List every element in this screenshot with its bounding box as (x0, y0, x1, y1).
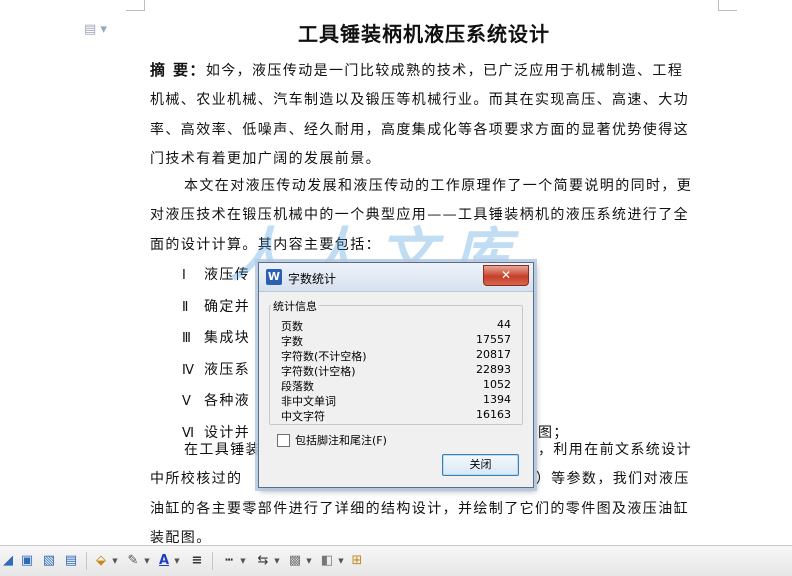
arrow-style-icon[interactable]: ⇆ (254, 552, 272, 570)
stat-row-chars-with-space: 字符数(计空格) 22893 (281, 363, 511, 378)
line-style-icon[interactable]: ≡ (188, 552, 206, 570)
page-corner-mark (718, 0, 737, 11)
picture-save-icon[interactable]: ▤ (62, 552, 80, 570)
body-paragraph: 本文在对液压传动发展和液压传动的工作原理作了一个简要说明的同时，更对液压技术在锻… (150, 178, 693, 253)
close-button[interactable]: 关闭 (442, 454, 519, 476)
3d-style-icon[interactable]: ◧ (318, 552, 336, 570)
list-item: Ⅴ 各种液 (182, 393, 251, 409)
app-icon: W (266, 269, 282, 285)
chevron-down-icon[interactable]: ▼ (172, 552, 182, 570)
list-item: Ⅰ 液压传 (182, 267, 251, 283)
include-footnotes-label[interactable]: 包括脚注和尾注(F) (295, 432, 387, 448)
font-color-icon[interactable]: A (156, 552, 172, 570)
stat-row-pages: 页数 44 (281, 318, 511, 333)
close-icon[interactable]: ✕ (483, 265, 529, 286)
chevron-down-icon[interactable]: ▼ (238, 552, 248, 570)
statistics-group-label: 统计信息 (271, 298, 319, 314)
drawing-toolbar: ◢ ▣ ▧ ▤ ⬙ ▼ ✎ ▼ A ▼ ≡ ┅ ▼ ⇆ ▼ ▩ ▼ ◧ ▼ ⊞ (0, 545, 792, 576)
content-list: Ⅰ 液压传 Ⅱ 确定并 Ⅲ 集成块 Ⅳ 液压系 Ⅴ 各种液 Ⅵ 设计并 图； (182, 260, 567, 449)
dialog-titlebar[interactable]: W 字数统计 ✕ (259, 263, 533, 292)
stat-row-words: 字数 17557 (281, 333, 511, 348)
word-count-dialog[interactable]: W 字数统计 ✕ 统计信息 页数 44 字数 17557 字符数(不计空格) 2081… (258, 262, 534, 488)
toolbar-separator (86, 552, 87, 570)
abstract-paragraph: 摘 要：如今，液压传动是一门比较成熟的技术，已广泛应用于机械制造、工程机械、农业… (150, 56, 698, 174)
stat-row-paragraphs: 段落数 1052 (281, 378, 511, 393)
chevron-down-icon[interactable]: ▼ (272, 552, 282, 570)
draw-arrow-icon[interactable]: ◢ (2, 552, 14, 570)
fill-color-icon[interactable]: ⬙ (92, 552, 110, 570)
chevron-down-icon[interactable]: ▼ (336, 552, 346, 570)
abstract-label: 摘 要： (150, 61, 206, 79)
dash-style-icon[interactable]: ┅ (220, 552, 238, 570)
list-item: Ⅱ 确定并 (182, 298, 251, 315)
shadow-icon[interactable]: ▩ (286, 552, 304, 570)
picture-icon[interactable]: ▣ (18, 552, 36, 570)
dialog-title: 字数统计 (288, 272, 337, 286)
list-item: Ⅳ 液压系 (182, 361, 251, 378)
list-item: Ⅲ 集成块 (182, 330, 251, 346)
toolbar-separator (212, 552, 213, 570)
chevron-down-icon[interactable]: ▼ (142, 552, 152, 570)
abstract-text: 如今，液压传动是一门比较成熟的技术，已广泛应用于机械制造、工程机械、农业机械、汽… (150, 63, 689, 167)
document-title: 工具锤装柄机液压系统设计 (298, 22, 550, 46)
line-color-icon[interactable]: ✎ (124, 552, 142, 570)
page-corner-mark (126, 0, 145, 11)
chevron-down-icon[interactable]: ▼ (304, 552, 314, 570)
picture-edit-icon[interactable]: ▧ (40, 552, 58, 570)
chevron-down-icon[interactable]: ▼ (110, 552, 120, 570)
stat-row-chars-no-space: 字符数(不计空格) 20817 (281, 348, 511, 363)
stat-row-non-chinese-words: 非中文单词 1394 (281, 393, 511, 408)
stat-row-chinese-chars: 中文字符 16163 (281, 408, 511, 423)
include-footnotes-checkbox[interactable] (277, 434, 290, 447)
select-objects-icon[interactable]: ⊞ (348, 552, 366, 570)
